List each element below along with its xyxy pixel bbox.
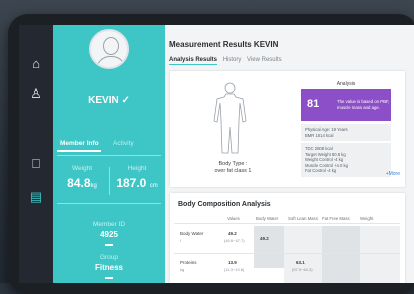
metric-line: Fat Control -4 kg [305, 168, 337, 174]
metric-line: BMR 1614 kcal [305, 132, 334, 138]
score-description: The value is based on PBF, muscle mass a… [337, 99, 390, 110]
clipboard-icon[interactable]: ▤ [27, 188, 45, 206]
body-type: Body Type : over fat class 1 [198, 161, 268, 175]
fat-free-bar [322, 226, 360, 283]
tab-member-info[interactable]: Member Info [60, 140, 99, 147]
soft-lean-bar [284, 226, 322, 283]
avatar[interactable] [89, 29, 129, 69]
tab-view-results[interactable]: View Results [247, 57, 282, 63]
user-name[interactable]: KEVIN ✓ [53, 95, 165, 106]
divider [57, 155, 161, 156]
body-water-value: 49.2 [260, 236, 269, 241]
group-label: Group [99, 254, 119, 261]
weight-value: 84.8kg [55, 176, 109, 190]
row-unit: kg [180, 267, 185, 272]
monitor-icon[interactable]: ⎕ [27, 155, 45, 173]
tab-analysis-results[interactable]: Analysis Results [169, 57, 218, 65]
column-header: Soft Lean Mass [288, 216, 318, 221]
row-unit: l [180, 238, 181, 243]
column-header: Fat Free Mass [322, 216, 350, 221]
soft-lean-range: (57.9~64.3) [292, 267, 313, 272]
row-divider [174, 223, 400, 224]
member-id-label: Member ID [92, 221, 126, 228]
row-name-body-water: Body Water [180, 231, 204, 236]
background: ⌂ ♙ ⎕ ▤ KEVIN ✓ Member Info Activity Wei… [0, 0, 414, 294]
row-range: (44.6~47.7) [224, 238, 245, 243]
result-tabs: Analysis Results History View Results [169, 57, 286, 65]
column-header: Values [227, 216, 240, 221]
row-value: 49.2 [228, 231, 237, 236]
weight-stat: Weight 84.8kg [55, 165, 109, 190]
metrics-control: TDC 2808 kcal Target Weight 80.8 kg Weig… [301, 143, 391, 177]
soft-lean-value: 63.1 [296, 260, 305, 265]
main-content: Measurement Results KEVIN Analysis Resul… [165, 25, 414, 283]
composition-title: Body Composition Analysis [178, 201, 271, 208]
height-stat: Height 187.0 cm [110, 165, 164, 190]
group-value: Fitness [94, 263, 123, 272]
height-value: 187.0 cm [110, 176, 164, 190]
score-panel: 81 The value is based on PBF, muscle mas… [301, 89, 391, 121]
avatar-body-shape [96, 56, 126, 67]
analysis-card: Body Type : over fat class 1 Analysis 81… [170, 71, 405, 187]
weight-bar [360, 226, 400, 283]
weight-label: Weight [71, 165, 93, 172]
analysis-heading: Analysis [336, 81, 356, 87]
composition-card: Body Composition Analysis Values Body Wa… [170, 193, 405, 283]
dash-divider [105, 244, 113, 246]
row-name-proteins: Proteins [180, 260, 197, 265]
add-user-icon[interactable]: ♙ [27, 85, 45, 103]
body-figure-icon [213, 82, 247, 154]
row-divider [174, 253, 400, 254]
column-header: Weight [360, 216, 374, 221]
score-value: 81 [307, 98, 320, 110]
metrics-basic: Physical Age: 19 Years BMR 1614 kcal [301, 124, 391, 142]
profile-panel: KEVIN ✓ Member Info Activity Weight 84.8… [53, 25, 165, 283]
weight-number: 84.8 [67, 176, 91, 190]
row-value: 13.9 [228, 260, 237, 265]
dash-divider [105, 277, 113, 279]
app-screen: ⌂ ♙ ⎕ ▤ KEVIN ✓ Member Info Activity Wei… [19, 25, 414, 283]
body-water-bar [254, 226, 284, 268]
row-range: (11.3~13.6) [224, 267, 245, 272]
weight-unit: kg [90, 183, 97, 189]
tab-activity[interactable]: Activity [113, 140, 134, 147]
page-title: Measurement Results KEVIN [169, 40, 279, 49]
icon-rail: ⌂ ♙ ⎕ ▤ [19, 25, 53, 283]
home-icon[interactable]: ⌂ [27, 55, 45, 73]
more-link[interactable]: +More [386, 171, 400, 177]
member-id-value: 4925 [100, 230, 118, 239]
divider [57, 203, 161, 204]
column-header: Body Water [256, 216, 279, 221]
height-label: Height [127, 165, 147, 172]
avatar-head-shape [103, 37, 119, 55]
height-number: 187.0 [116, 176, 147, 190]
active-tab-underline [57, 150, 101, 152]
height-unit: cm [149, 183, 158, 189]
profile-tabs: Member Info Activity [53, 137, 165, 153]
tab-history[interactable]: History [223, 57, 242, 63]
body-type-value: over fat class 1 [214, 168, 252, 174]
body-type-label: Body Type : [218, 161, 248, 167]
